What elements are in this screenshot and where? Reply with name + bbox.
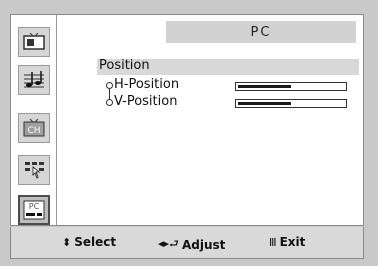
exit-hint: Ⅲ Exit bbox=[269, 235, 305, 249]
h-position-bullet-icon bbox=[106, 82, 113, 89]
sidebar-item-picture[interactable] bbox=[18, 27, 50, 57]
sidebar-item-setup[interactable] bbox=[18, 155, 50, 185]
v-position-slider-fill bbox=[238, 102, 291, 105]
pc-icon: PC bbox=[23, 200, 45, 220]
adjust-hint: ◂▸⮐ Adjust bbox=[158, 235, 225, 254]
menu-icon: Ⅲ bbox=[269, 235, 277, 249]
footer-hints: ⬍ Select ◂▸⮐ Adjust Ⅲ Exit bbox=[10, 227, 364, 259]
sidebar-item-sound[interactable] bbox=[18, 65, 50, 95]
h-position-slider[interactable] bbox=[235, 82, 347, 91]
menu-title-text: PC bbox=[250, 24, 272, 40]
up-down-arrow-icon: ⬍ bbox=[62, 235, 72, 249]
v-position-label[interactable]: V-Position bbox=[114, 94, 177, 109]
v-position-slider[interactable] bbox=[235, 99, 347, 108]
channel-icon-label: CH bbox=[27, 126, 40, 136]
left-right-enter-icon: ◂▸⮐ bbox=[158, 237, 179, 250]
h-position-label[interactable]: H-Position bbox=[114, 77, 179, 92]
adjust-hint-label: Adjust bbox=[181, 237, 226, 252]
sidebar-item-channel[interactable]: CH bbox=[18, 113, 50, 143]
v-position-bullet-icon bbox=[106, 99, 113, 106]
select-hint-label: Select bbox=[74, 235, 117, 249]
h-position-slider-fill bbox=[238, 85, 291, 88]
setup-icon bbox=[25, 162, 44, 179]
menu-title: PC bbox=[166, 21, 356, 43]
menu-sidebar: CH PC bbox=[11, 15, 57, 225]
exit-hint-label: Exit bbox=[279, 235, 306, 249]
sound-icon bbox=[24, 71, 44, 88]
channel-icon: CH bbox=[23, 119, 45, 137]
picture-icon bbox=[23, 33, 45, 50]
sidebar-item-pc[interactable]: PC bbox=[18, 195, 50, 225]
pc-icon-label: PC bbox=[29, 202, 40, 211]
section-position-label[interactable]: Position bbox=[99, 58, 150, 73]
pc-osd-panel: CH PC PC Position H-Position V-Position bbox=[10, 14, 364, 226]
select-hint: ⬍ Select bbox=[62, 235, 116, 249]
